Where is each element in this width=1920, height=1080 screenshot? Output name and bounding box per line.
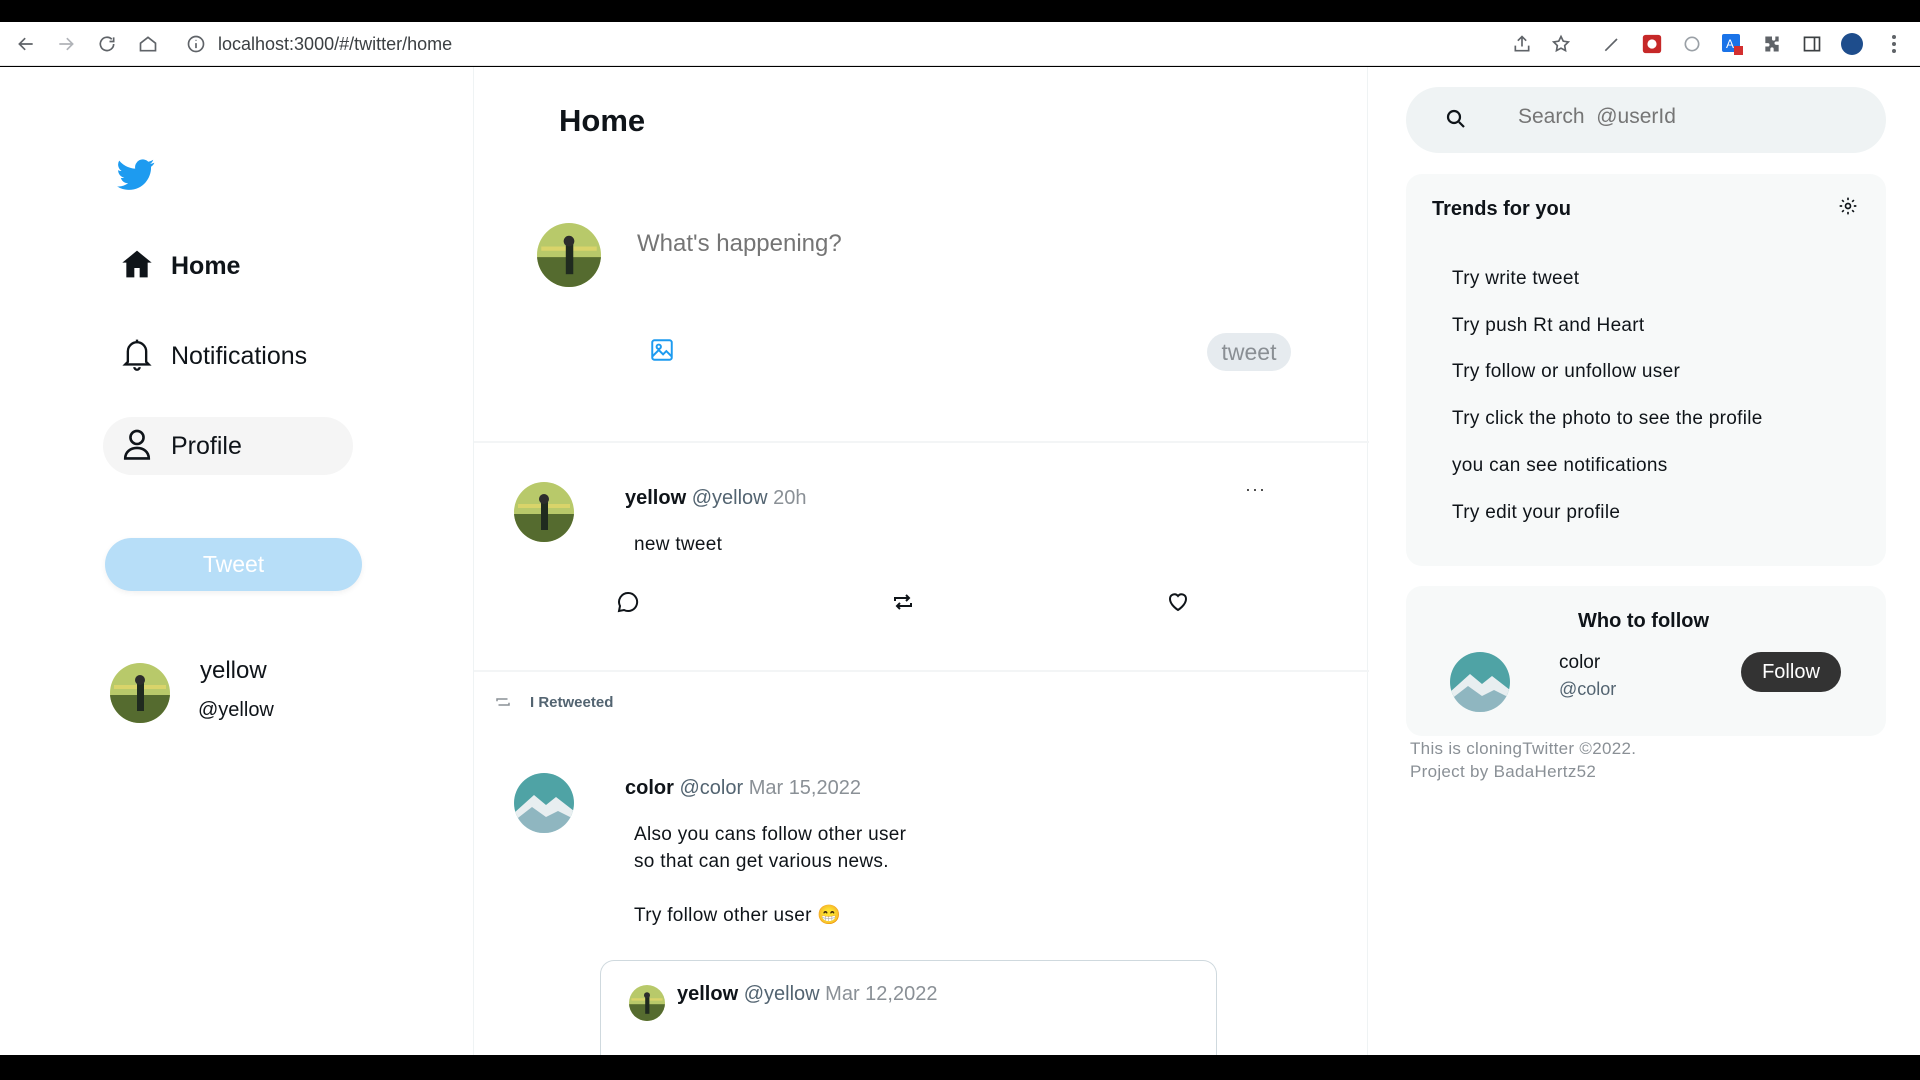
sidebar-item-label: Home <box>171 251 241 280</box>
browser-menu-icon[interactable] <box>1882 32 1906 56</box>
window-bottom-bar <box>0 1055 1920 1080</box>
tweet-button[interactable]: Tweet <box>105 538 362 591</box>
retweet-line-3: Try follow other user 😁 <box>634 905 842 926</box>
window-top-bar <box>0 0 1920 22</box>
retweet-line-2: so that can get various news. <box>634 851 889 872</box>
left-sidebar: Home Notifications Profile Tweet yellow … <box>0 67 473 1055</box>
page-title: Home <box>559 103 646 138</box>
site-info-icon[interactable] <box>186 34 206 54</box>
quoted-tweet-time: Mar 12,2022 <box>825 983 938 1005</box>
share-icon[interactable] <box>1510 32 1534 56</box>
circle-extension-icon[interactable] <box>1680 32 1704 56</box>
trends-card: Trends for you Try write tweet Try push … <box>1406 174 1886 566</box>
retweet-label: I Retweeted <box>530 694 614 711</box>
trend-item[interactable]: Try click the photo to see the profile <box>1452 408 1763 430</box>
quoted-tweet-card[interactable]: yellow @yellow Mar 12,2022 <box>600 960 1217 1055</box>
profile-avatar-icon[interactable] <box>1840 32 1864 56</box>
sidebar-item-label: Profile <box>171 431 242 460</box>
heart-icon[interactable] <box>1166 590 1190 614</box>
tweet-avatar[interactable] <box>514 482 574 542</box>
tweet-more-menu[interactable]: ··· <box>1245 479 1266 500</box>
back-icon[interactable] <box>14 32 38 56</box>
quoted-tweet-avatar[interactable] <box>629 985 665 1021</box>
who-to-follow-title: Who to follow <box>1578 610 1710 632</box>
app-page: Home Notifications Profile Tweet yellow … <box>0 67 1920 1055</box>
search-box[interactable] <box>1406 87 1886 153</box>
bookmark-star-icon[interactable] <box>1549 32 1573 56</box>
right-sidebar: Trends for you Try write tweet Try push … <box>1368 67 1920 1055</box>
trend-item[interactable]: Try write tweet <box>1452 268 1579 290</box>
extensions-puzzle-icon[interactable] <box>1760 32 1784 56</box>
red-extension-icon[interactable] <box>1640 32 1664 56</box>
sidebar-item-label: Notifications <box>171 341 308 370</box>
retweeted-indicator-icon <box>494 693 512 711</box>
submit-tweet-button[interactable]: tweet <box>1207 333 1291 371</box>
footer-copyright: This is cloningTwitter ©2022. <box>1410 739 1637 758</box>
address-bar[interactable]: localhost:3000/#/twitter/home <box>218 34 452 55</box>
compose-tweet-input[interactable] <box>637 230 1137 258</box>
bell-icon <box>121 337 153 376</box>
who-to-follow-card: Who to follow color @color Follow <box>1406 586 1886 736</box>
retweet-icon[interactable] <box>891 590 915 614</box>
trend-item[interactable]: Try push Rt and Heart <box>1452 315 1645 337</box>
suggested-user-name[interactable]: color <box>1559 652 1600 674</box>
current-user-name: yellow <box>200 657 267 684</box>
quoted-tweet-author-handle: @yellow <box>743 983 820 1005</box>
browser-toolbar: localhost:3000/#/twitter/home A <box>0 22 1920 66</box>
sidebar-item-home[interactable]: Home <box>103 237 258 295</box>
pen-extension-icon[interactable] <box>1600 32 1624 56</box>
user-avatar[interactable] <box>110 663 170 723</box>
home-browser-icon[interactable] <box>136 32 160 56</box>
footer-credit: Project by BadaHertz52 <box>1410 762 1597 781</box>
tweet-divider <box>474 670 1369 672</box>
follow-button[interactable]: Follow <box>1741 652 1841 692</box>
retweet-author-name[interactable]: color <box>625 777 674 799</box>
tweet-author-name[interactable]: yellow <box>625 487 686 509</box>
current-user-handle: @yellow <box>198 699 274 721</box>
quoted-tweet-author-name[interactable]: yellow <box>677 983 738 1005</box>
trend-item[interactable]: Try follow or unfollow user <box>1452 361 1680 383</box>
image-upload-icon[interactable] <box>649 337 675 363</box>
reply-icon[interactable] <box>616 590 640 614</box>
suggested-user-handle: @color <box>1559 679 1617 699</box>
side-panel-icon[interactable] <box>1800 32 1824 56</box>
search-input[interactable] <box>1518 105 1858 129</box>
retweet-author-handle: @color <box>679 777 744 799</box>
trend-item[interactable]: you can see notifications <box>1452 455 1668 477</box>
composer-divider <box>474 441 1369 443</box>
person-icon <box>121 427 153 466</box>
retweet-time: Mar 15,2022 <box>748 777 861 799</box>
retweet-header: color @color Mar 15,2022 <box>625 777 861 800</box>
search-icon <box>1444 107 1468 131</box>
twitter-bird-icon[interactable] <box>117 159 155 191</box>
reload-icon[interactable] <box>95 32 119 56</box>
tweet-text: new tweet <box>634 534 723 555</box>
retweet-avatar[interactable] <box>514 773 574 833</box>
composer-avatar[interactable] <box>537 223 601 287</box>
tweet-header: yellow @yellow 20h <box>625 487 807 510</box>
forward-icon[interactable] <box>54 32 78 56</box>
translate-extension-icon[interactable]: A <box>1720 32 1744 56</box>
retweet-line-1: Also you cans follow other user <box>634 824 907 845</box>
gear-icon[interactable] <box>1838 196 1858 221</box>
svg-text:A: A <box>1726 37 1734 51</box>
sidebar-item-profile[interactable]: Profile <box>103 417 353 475</box>
sidebar-item-notifications[interactable]: Notifications <box>103 327 325 385</box>
trends-title: Trends for you <box>1432 198 1571 220</box>
main-feed: Home tweet yellow @yellow 20h ··· new tw… <box>473 67 1369 1055</box>
trend-item[interactable]: Try edit your profile <box>1452 502 1620 524</box>
suggested-user-avatar[interactable] <box>1450 652 1510 712</box>
tweet-author-handle: @yellow <box>691 487 768 509</box>
home-icon <box>121 249 153 284</box>
tweet-time: 20h <box>773 487 807 509</box>
quoted-tweet-header: yellow @yellow Mar 12,2022 <box>677 983 937 1006</box>
